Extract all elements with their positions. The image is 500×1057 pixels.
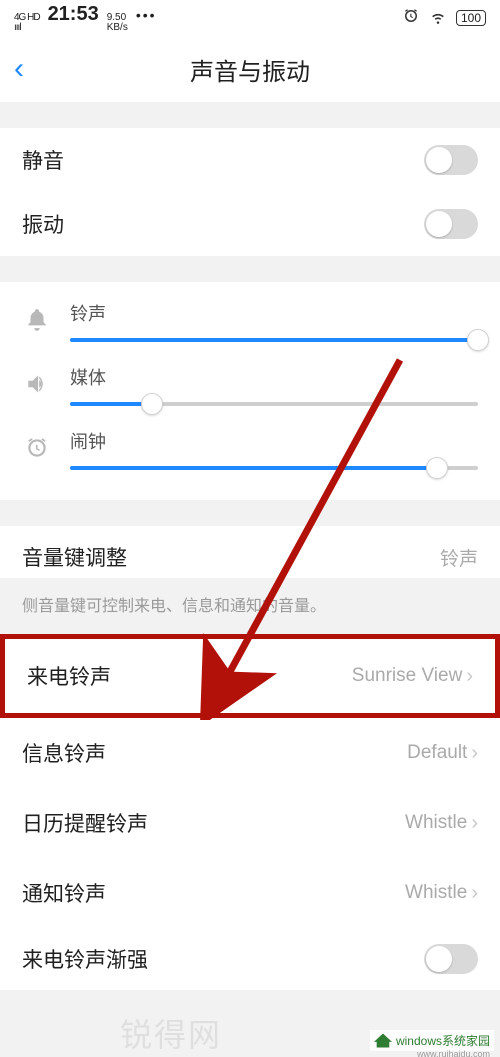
mute-toggle[interactable] (424, 145, 478, 175)
wifi-icon (428, 6, 448, 30)
alarm-icon (22, 428, 52, 468)
page-title: 声音与振动 (190, 52, 310, 87)
status-left: 4G HD ıııl 21:53 9.50KB/s ••• (14, 3, 157, 33)
mute-label: 静音 (22, 145, 64, 175)
row-message-ringtone[interactable]: 信息铃声 Default › (0, 718, 500, 788)
section-volume-sliders: 铃声 媒体 闹钟 (0, 282, 500, 500)
alarm-status-icon (402, 7, 420, 29)
watermark-center: 锐得网 (120, 1010, 222, 1056)
message-ringtone-label: 信息铃声 (22, 738, 106, 768)
notify-ringtone-value: Whistle (405, 882, 467, 904)
calendar-ringtone-value: Whistle (405, 812, 467, 834)
media-slider[interactable] (70, 402, 478, 406)
vibrate-toggle[interactable] (424, 209, 478, 239)
row-ascending-ringtone: 来电铃声渐强 (0, 928, 500, 990)
row-volume-key[interactable]: 音量键调整 铃声 (0, 526, 500, 578)
house-icon (374, 1034, 392, 1048)
watermark-logo: windows系统家园 (370, 1030, 494, 1051)
incoming-ringtone-value: Sunrise View (352, 665, 463, 687)
battery-indicator: 100 (456, 10, 486, 26)
message-ringtone-value: Default (407, 742, 467, 764)
status-right: 100 (402, 6, 486, 30)
ringtone-slider[interactable] (70, 338, 478, 342)
watermark-url: www.ruihaidu.com (417, 1049, 490, 1057)
row-notify-ringtone[interactable]: 通知铃声 Whistle › (0, 858, 500, 928)
chevron-right-icon: › (471, 882, 478, 905)
net-speed: 9.50KB/s (107, 13, 128, 33)
slider-row-media: 媒体 (22, 356, 478, 420)
network-label: 4G HD ıııl (14, 13, 40, 33)
ascending-ringtone-toggle[interactable] (424, 944, 478, 974)
chevron-right-icon: › (471, 742, 478, 765)
notify-ringtone-label: 通知铃声 (22, 878, 106, 908)
status-bar: 4G HD ıııl 21:53 9.50KB/s ••• 100 (0, 0, 500, 36)
volume-key-label: 音量键调整 (22, 542, 127, 572)
bell-icon (22, 300, 52, 340)
vibrate-label: 振动 (22, 209, 64, 239)
volume-key-value: 铃声 (440, 544, 478, 571)
clock: 21:53 (48, 3, 99, 26)
incoming-ringtone-label: 来电铃声 (27, 661, 111, 691)
row-vibrate: 振动 (0, 192, 500, 256)
row-incoming-ringtone[interactable]: 来电铃声 Sunrise View › (0, 634, 500, 718)
speaker-icon (22, 364, 52, 404)
slider-row-ringtone: 铃声 (22, 292, 478, 356)
alarm-slider-label: 闹钟 (70, 428, 478, 454)
row-mute: 静音 (0, 128, 500, 192)
row-calendar-ringtone[interactable]: 日历提醒铃声 Whistle › (0, 788, 500, 858)
back-button[interactable]: ‹ (14, 52, 24, 86)
volume-key-desc: 侧音量键可控制来电、信息和通知的音量。 (0, 578, 500, 634)
signal-icon: ıııl (14, 22, 21, 33)
more-dots-icon: ••• (136, 7, 157, 23)
slider-row-alarm: 闹钟 (22, 420, 478, 484)
chevron-right-icon: › (471, 812, 478, 835)
alarm-slider[interactable] (70, 466, 478, 470)
chevron-right-icon: › (466, 665, 473, 688)
ascending-ringtone-label: 来电铃声渐强 (22, 944, 148, 974)
ringtone-slider-label: 铃声 (70, 300, 478, 326)
section-sound-toggles: 静音 振动 (0, 128, 500, 256)
page-header: ‹ 声音与振动 (0, 36, 500, 102)
calendar-ringtone-label: 日历提醒铃声 (22, 808, 148, 838)
media-slider-label: 媒体 (70, 364, 478, 390)
